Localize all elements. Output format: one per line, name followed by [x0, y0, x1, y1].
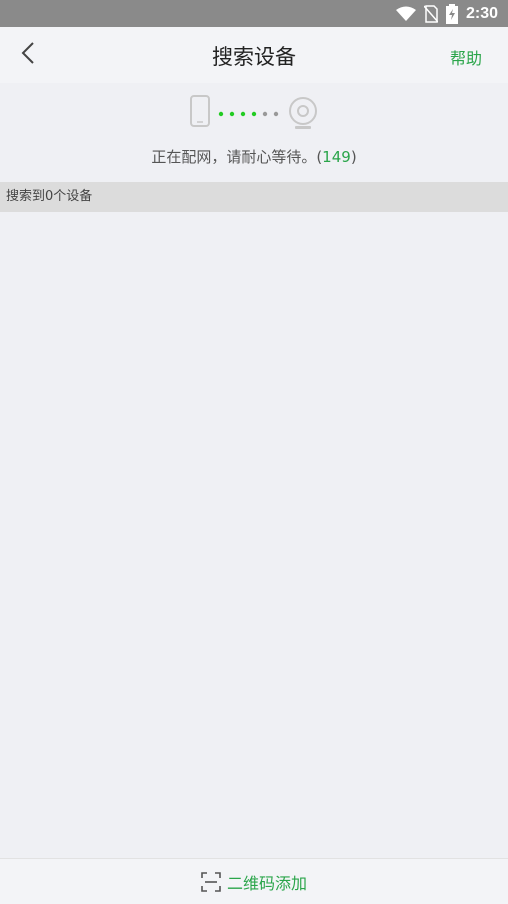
pairing-illustration: [190, 95, 317, 129]
page-title: 搜索设备: [212, 45, 296, 69]
header: 搜索设备 帮助: [0, 27, 508, 83]
clock: 2:30: [465, 4, 498, 22]
progress-dot: [229, 111, 235, 117]
device-list: [0, 212, 508, 859]
wifi-icon: [395, 6, 416, 22]
battery-charging-icon: [445, 3, 458, 24]
scan-icon: [201, 871, 221, 892]
pairing-progress: 正在配网，请耐心等待。(149): [0, 83, 508, 182]
countdown-seconds: 149: [322, 148, 351, 166]
progress-dot: [273, 111, 279, 117]
results-header: 搜索到0个设备: [0, 182, 508, 212]
qr-add-button[interactable]: 二维码添加: [201, 870, 307, 894]
phone-icon: [190, 95, 210, 127]
pairing-status-close: ): [350, 148, 357, 166]
progress-dot: [262, 111, 268, 117]
qr-add-label: 二维码添加: [226, 873, 307, 893]
camera-icon: [289, 97, 317, 129]
no-sim-icon: [423, 4, 438, 23]
status-bar: 2:30: [0, 0, 508, 27]
progress-dot: [218, 111, 224, 117]
bottom-bar: 二维码添加: [0, 858, 508, 904]
help-link[interactable]: 帮助: [450, 45, 482, 69]
progress-dot: [240, 111, 246, 117]
pairing-status-text: 正在配网，请耐心等待。(: [151, 148, 323, 166]
progress-dot: [251, 111, 257, 117]
pairing-status: 正在配网，请耐心等待。(149): [0, 146, 508, 167]
